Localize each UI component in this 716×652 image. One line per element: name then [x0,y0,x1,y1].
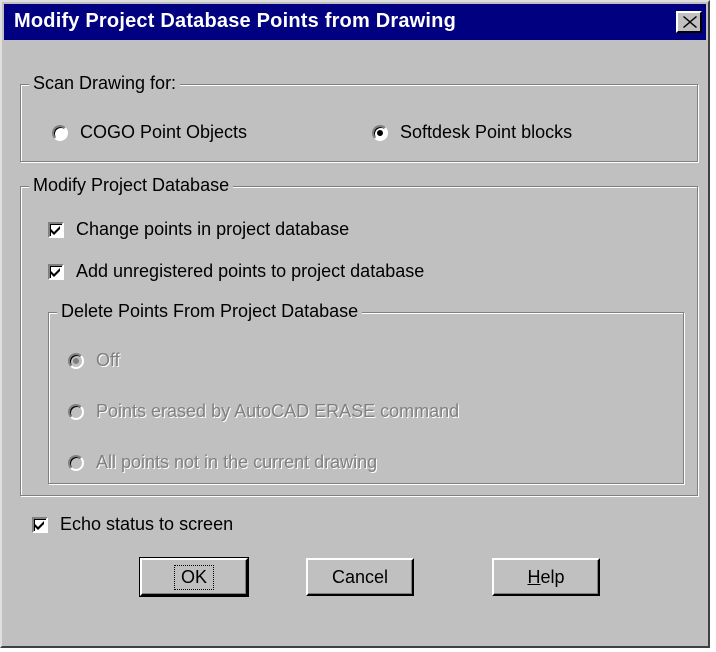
checkbox[interactable] [32,516,48,533]
radio-label: COGO Point Objects [80,122,248,142]
radio-button[interactable] [68,352,84,369]
checkbox[interactable] [48,221,64,238]
radio-delete-erased-by-autocad[interactable]: Points erased by AutoCAD ERASE command [68,401,459,422]
help-mnemonic: H [527,566,541,587]
scan-drawing-label: Scan Drawing for: [29,73,181,94]
close-button[interactable] [676,11,702,33]
modify-project-database-label: Modify Project Database [29,175,234,196]
checkbox-label: Change points in project database [76,219,350,239]
checkbox-change-points[interactable]: Change points in project database [48,219,349,240]
radio-delete-not-in-drawing[interactable]: All points not in the current drawing [68,452,377,473]
cancel-button-label: Cancel [331,566,389,587]
radio-label: All points not in the current drawing [96,452,378,472]
dialog-window: Modify Project Database Points from Draw… [0,0,710,648]
title-bar[interactable]: Modify Project Database Points from Draw… [4,4,706,40]
cancel-button[interactable]: Cancel [306,558,414,596]
checkbox-echo-status[interactable]: Echo status to screen [32,514,233,535]
radio-button[interactable] [68,403,84,420]
radio-label: Softdesk Point blocks [400,122,573,142]
help-button-label: Help [527,567,564,588]
radio-button[interactable] [68,454,84,471]
help-rest: elp [540,566,565,587]
dialog-title: Modify Project Database Points from Draw… [14,10,457,32]
checkbox-label: Add unregistered points to project datab… [76,261,425,281]
radio-delete-off[interactable]: Off [68,350,120,371]
delete-points-label: Delete Points From Project Database [57,301,363,322]
radio-button[interactable] [372,124,388,141]
radio-cogo-point-objects[interactable]: COGO Point Objects [52,122,247,143]
ok-button-label: OK [173,564,214,590]
close-icon [683,16,697,28]
checkbox[interactable] [48,263,64,280]
radio-label: Points erased by AutoCAD ERASE command [96,401,460,421]
checkmark-icon [35,520,44,530]
checkbox-add-unregistered-points[interactable]: Add unregistered points to project datab… [48,261,424,282]
checkmark-icon [51,225,60,235]
radio-label: Off [96,350,120,370]
radio-softdesk-point-blocks[interactable]: Softdesk Point blocks [372,122,572,143]
checkmark-icon [51,267,60,277]
help-button[interactable]: Help [492,558,600,596]
ok-button[interactable]: OK [139,557,249,597]
checkbox-label: Echo status to screen [60,514,234,534]
radio-button[interactable] [52,124,68,141]
